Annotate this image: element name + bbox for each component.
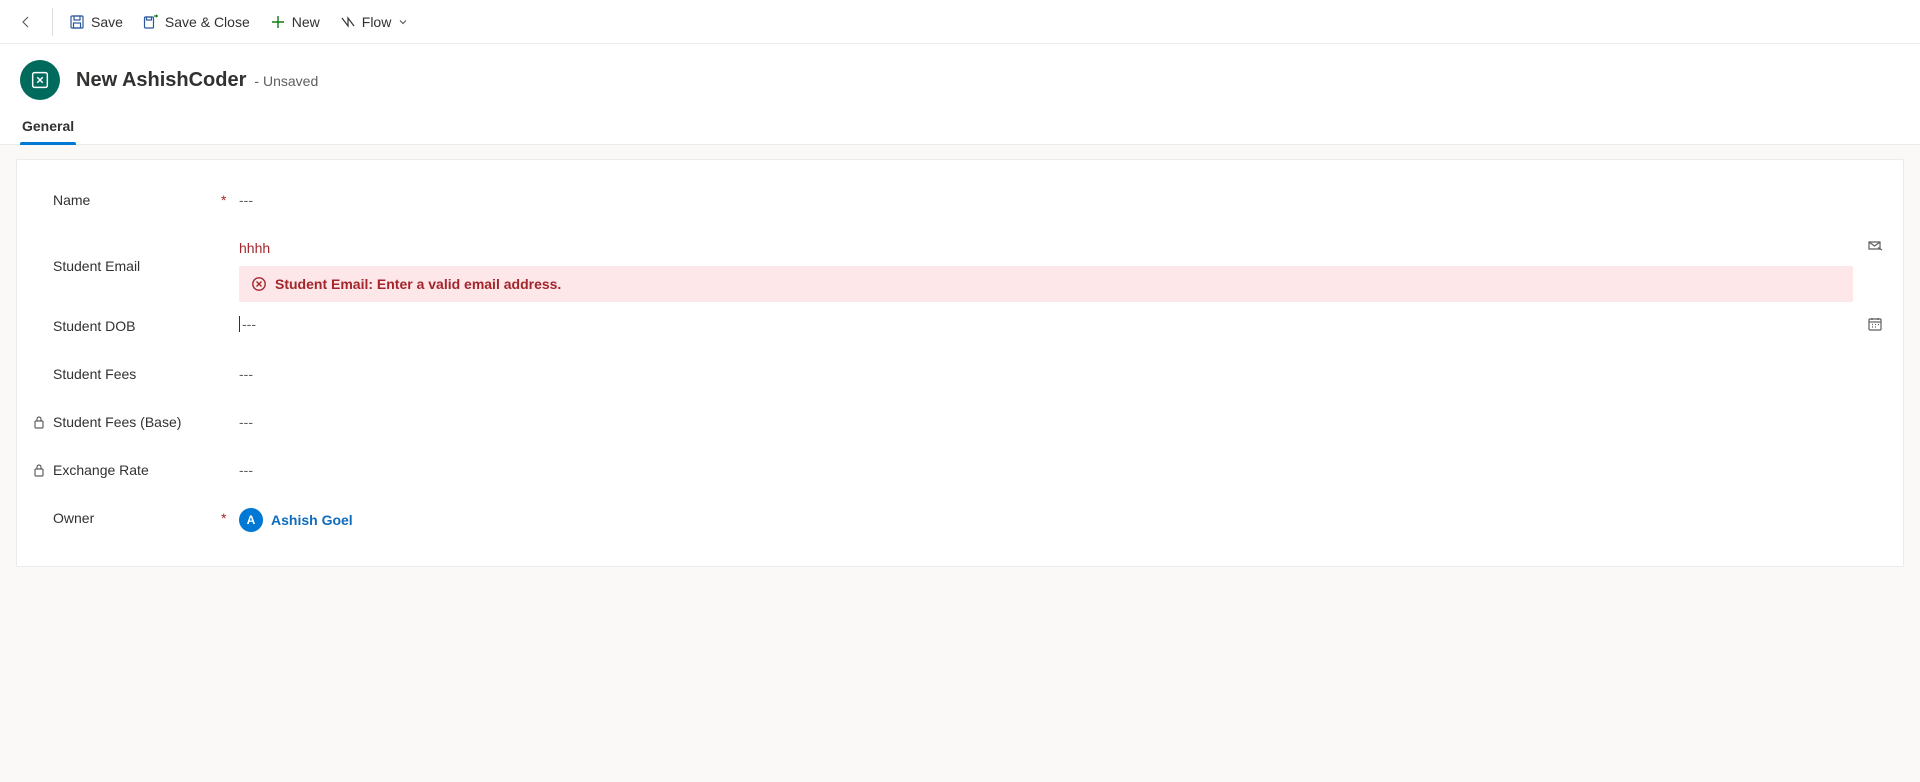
page-status: - Unsaved xyxy=(254,73,318,89)
command-bar: Save Save & Close New Flow xyxy=(0,0,1920,44)
new-label: New xyxy=(292,14,320,30)
required-student-email xyxy=(221,232,239,240)
flow-button[interactable]: Flow xyxy=(330,4,420,40)
owner-name: Ashish Goel xyxy=(271,512,353,528)
owner-lookup[interactable]: A Ashish Goel xyxy=(239,508,353,532)
field-student-email: Student Email Student Email: Enter a val… xyxy=(31,228,1889,306)
label-student-fees: Student Fees xyxy=(31,358,221,382)
label-exchange-rate: Exchange Rate xyxy=(31,454,221,478)
email-icon-button[interactable] xyxy=(1861,232,1889,254)
student-email-input[interactable] xyxy=(239,238,1853,258)
error-text-student-email: Student Email: Enter a valid email addre… xyxy=(275,276,561,292)
save-close-button[interactable]: Save & Close xyxy=(133,4,260,40)
flow-label: Flow xyxy=(362,14,392,30)
name-icon-col xyxy=(1861,184,1889,190)
form-header: New AshishCoder - Unsaved xyxy=(0,44,1920,108)
required-student-fees xyxy=(221,358,239,366)
arrow-left-icon xyxy=(18,14,34,30)
command-separator xyxy=(52,8,53,36)
label-owner: Owner xyxy=(31,502,221,526)
envelope-icon xyxy=(1867,238,1883,254)
save-label: Save xyxy=(91,14,123,30)
avatar: A xyxy=(239,508,263,532)
required-student-dob xyxy=(221,310,239,318)
required-name: * xyxy=(221,184,239,208)
field-owner: Owner * A Ashish Goel xyxy=(31,498,1889,546)
error-icon xyxy=(251,276,267,292)
field-student-fees-base: Student Fees (Base) --- xyxy=(31,402,1889,450)
plus-icon xyxy=(270,14,286,30)
flow-icon xyxy=(340,14,356,30)
field-student-fees: Student Fees --- xyxy=(31,354,1889,402)
field-name: Name * --- xyxy=(31,180,1889,228)
entity-icon xyxy=(20,60,60,100)
exchange-rate-value: --- xyxy=(239,460,1853,480)
new-button[interactable]: New xyxy=(260,4,330,40)
error-banner-student-email: Student Email: Enter a valid email addre… xyxy=(239,266,1853,302)
save-icon xyxy=(69,14,85,30)
calendar-picker-button[interactable] xyxy=(1861,310,1889,332)
save-close-icon xyxy=(143,14,159,30)
field-student-dob: Student DOB --- xyxy=(31,306,1889,354)
form-tabs: General xyxy=(0,108,1920,145)
required-exchange-rate xyxy=(221,454,239,462)
label-student-fees-base: Student Fees (Base) xyxy=(31,406,221,430)
field-exchange-rate: Exchange Rate --- xyxy=(31,450,1889,498)
required-owner: * xyxy=(221,502,239,526)
required-student-fees-base xyxy=(221,406,239,414)
lock-icon xyxy=(33,463,45,480)
save-button[interactable]: Save xyxy=(59,4,133,40)
back-button[interactable] xyxy=(6,0,46,44)
calendar-icon xyxy=(1867,316,1883,332)
student-dob-input[interactable]: --- xyxy=(239,316,1853,332)
chevron-down-icon xyxy=(397,16,409,28)
label-name: Name xyxy=(31,184,221,208)
page-title: New AshishCoder xyxy=(76,69,246,92)
student-fees-base-value: --- xyxy=(239,412,1853,432)
label-student-email: Student Email xyxy=(31,232,221,274)
form-card: Name * --- Student Email Student Email: … xyxy=(16,159,1904,567)
tab-general[interactable]: General xyxy=(20,108,76,144)
lock-icon xyxy=(33,415,45,432)
save-close-label: Save & Close xyxy=(165,14,250,30)
name-input[interactable]: --- xyxy=(239,190,1853,210)
student-fees-input[interactable]: --- xyxy=(239,364,1853,384)
form-body: Name * --- Student Email Student Email: … xyxy=(0,145,1920,591)
label-student-dob: Student DOB xyxy=(31,310,221,334)
